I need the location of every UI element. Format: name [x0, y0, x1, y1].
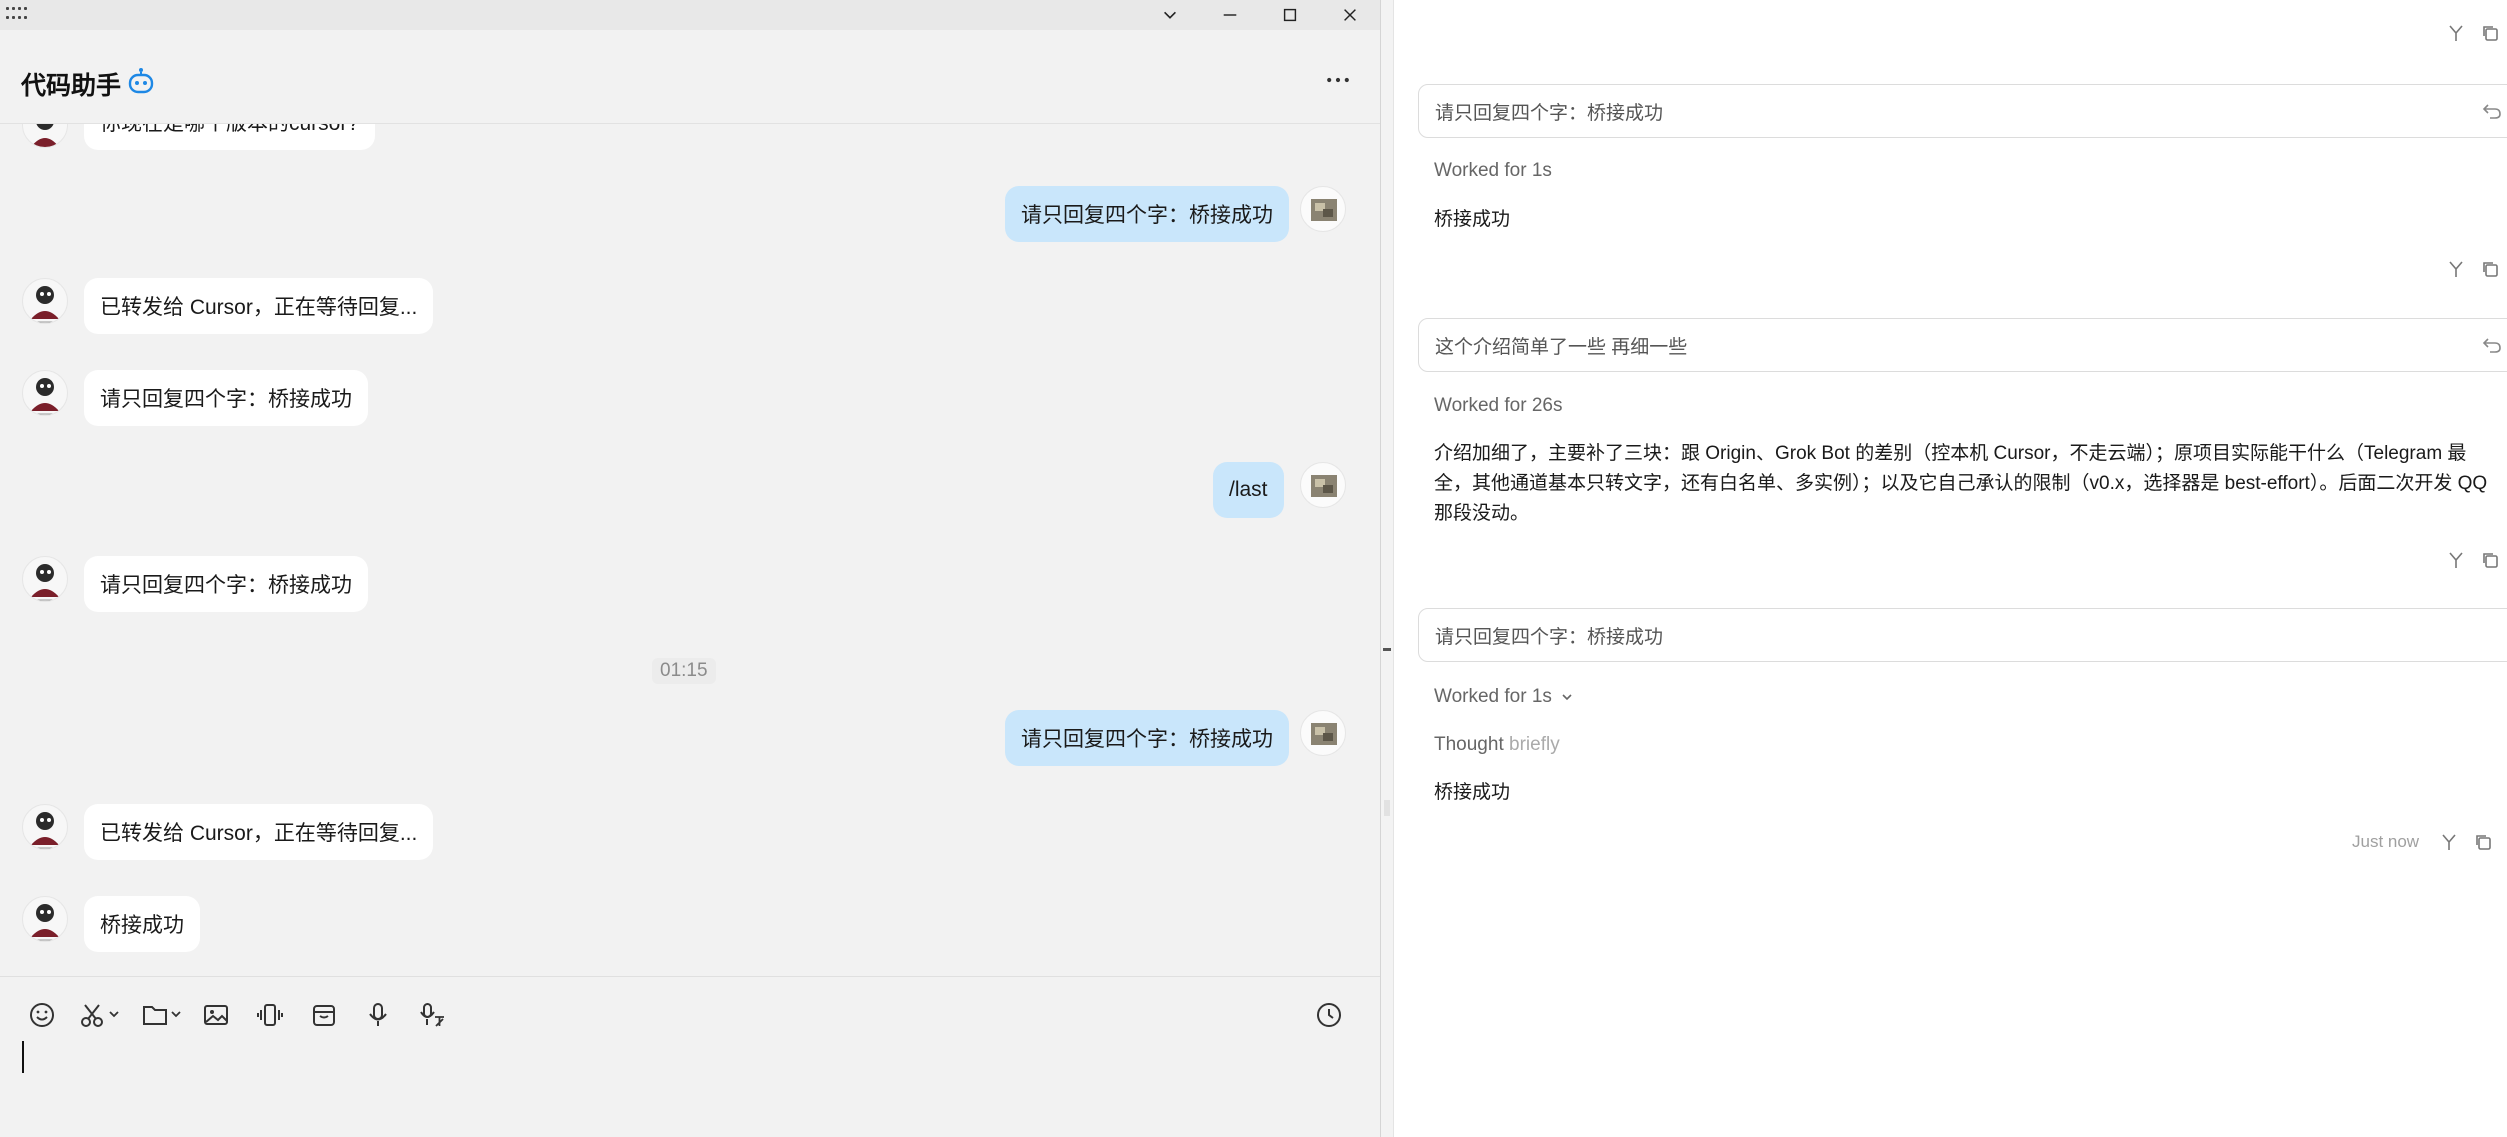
microphone-icon[interactable]: [360, 997, 396, 1033]
drag-handle-icon[interactable]: [6, 7, 28, 21]
fork-icon[interactable]: [2446, 259, 2466, 279]
more-options-icon[interactable]: [1318, 60, 1358, 100]
folder-icon[interactable]: [136, 997, 190, 1033]
text-input-caret[interactable]: [22, 1041, 24, 1073]
vibrate-icon[interactable]: [252, 997, 288, 1033]
message-list[interactable]: 你现在是哪个版本的cursor? 请只回复四个字：桥接成功 已转发给 Curso…: [0, 124, 1380, 976]
copy-icon[interactable]: [2480, 550, 2500, 570]
message-actions: [2446, 22, 2500, 44]
user-prompt[interactable]: 请只回复四个字：桥接成功: [1418, 84, 2507, 138]
chat-window: 代码助手 你现在是哪个版本的cursor? 请只回复四个字：桥接成功 已转发给 …: [0, 0, 1380, 1137]
chat-header: 代码助手: [0, 44, 1380, 124]
chat-title: 代码助手: [21, 72, 122, 100]
fork-icon[interactable]: [2446, 550, 2466, 570]
message-actions: Just now: [2352, 831, 2493, 853]
bot-avatar[interactable]: [22, 370, 68, 416]
voice-to-text-icon[interactable]: [414, 997, 450, 1033]
worked-duration-toggle[interactable]: Worked for 1s: [1434, 686, 1574, 708]
message-bubble-incoming: 请只回复四个字：桥接成功: [84, 556, 368, 612]
message-actions: [2446, 258, 2500, 280]
message-composer: [0, 976, 1380, 1137]
message-bubble-outgoing: /last: [1213, 462, 1284, 518]
emoji-icon[interactable]: [24, 997, 60, 1033]
thought-indicator[interactable]: Thought briefly: [1434, 734, 1560, 756]
assistant-reply: 介绍加细了，主要补了三块：跟 Origin、Grok Bot 的差别（控本机 C…: [1434, 443, 2488, 524]
message-bubble-outgoing: 请只回复四个字：桥接成功: [1005, 186, 1289, 242]
minimize-button[interactable]: [1201, 0, 1259, 30]
splitter-grip[interactable]: [1384, 800, 1390, 816]
worked-duration: Worked for 26s: [1434, 395, 1563, 416]
undo-icon[interactable]: [2481, 334, 2503, 356]
fork-icon[interactable]: [2439, 832, 2459, 852]
user-avatar[interactable]: [1300, 710, 1346, 756]
message-bubble-partial: 你现在是哪个版本的cursor?: [84, 124, 376, 150]
bot-avatar[interactable]: [22, 896, 68, 942]
user-prompt-text: 请只回复四个字：桥接成功: [1435, 102, 1664, 124]
message-bubble-outgoing: 请只回复四个字：桥接成功: [1005, 710, 1289, 766]
bot-avatar[interactable]: [22, 278, 68, 324]
maximize-button[interactable]: [1261, 0, 1319, 30]
history-clock-icon[interactable]: [1311, 997, 1347, 1033]
copy-icon[interactable]: [2473, 832, 2493, 852]
message-bubble-incoming: 已转发给 Cursor，正在等待回复...: [84, 278, 434, 334]
chevron-down-icon: [1562, 694, 1572, 701]
message-actions: [2446, 549, 2500, 571]
agent-panel: 请只回复四个字：桥接成功 Worked for 1s 桥接成功 这个介绍简单了一…: [1394, 0, 2507, 1137]
copy-icon[interactable]: [2480, 259, 2500, 279]
worked-duration: Worked for 1s: [1434, 686, 1552, 707]
user-avatar[interactable]: [1300, 462, 1346, 508]
pane-divider[interactable]: [1380, 0, 1394, 1137]
scissors-icon[interactable]: [74, 997, 128, 1033]
bot-avatar[interactable]: [22, 556, 68, 602]
message-bubble-incoming: 请只回复四个字：桥接成功: [84, 370, 368, 426]
bot-avatar[interactable]: [22, 124, 68, 148]
close-button[interactable]: [1321, 0, 1379, 30]
assistant-reply: 桥接成功: [1434, 782, 1511, 803]
user-prompt-text: 这个介绍简单了一些 再细一些: [1435, 336, 1688, 358]
thought-duration: briefly: [1509, 734, 1560, 755]
message-timestamp: 01:15: [652, 658, 716, 684]
fork-icon[interactable]: [2446, 23, 2466, 43]
chevron-down-icon[interactable]: [1141, 0, 1199, 30]
splitter-handle[interactable]: [1383, 648, 1391, 651]
image-icon[interactable]: [198, 997, 234, 1033]
undo-icon[interactable]: [2481, 100, 2503, 122]
assistant-reply: 桥接成功: [1434, 209, 1511, 230]
worked-duration: Worked for 1s: [1434, 160, 1552, 181]
message-bubble-incoming: 已转发给 Cursor，正在等待回复...: [84, 804, 434, 860]
robot-icon: [128, 68, 154, 94]
user-avatar[interactable]: [1300, 186, 1346, 232]
copy-icon[interactable]: [2480, 23, 2500, 43]
gift-box-icon[interactable]: [306, 997, 342, 1033]
user-prompt[interactable]: 请只回复四个字：桥接成功: [1418, 608, 2507, 662]
user-prompt-text: 请只回复四个字：桥接成功: [1435, 626, 1664, 648]
user-prompt[interactable]: 这个介绍简单了一些 再细一些: [1418, 318, 2507, 372]
title-bar: [0, 0, 1380, 30]
bot-avatar[interactable]: [22, 804, 68, 850]
thought-label: Thought: [1434, 734, 1504, 755]
message-time: Just now: [2352, 832, 2420, 851]
message-bubble-incoming: 桥接成功: [84, 896, 200, 952]
